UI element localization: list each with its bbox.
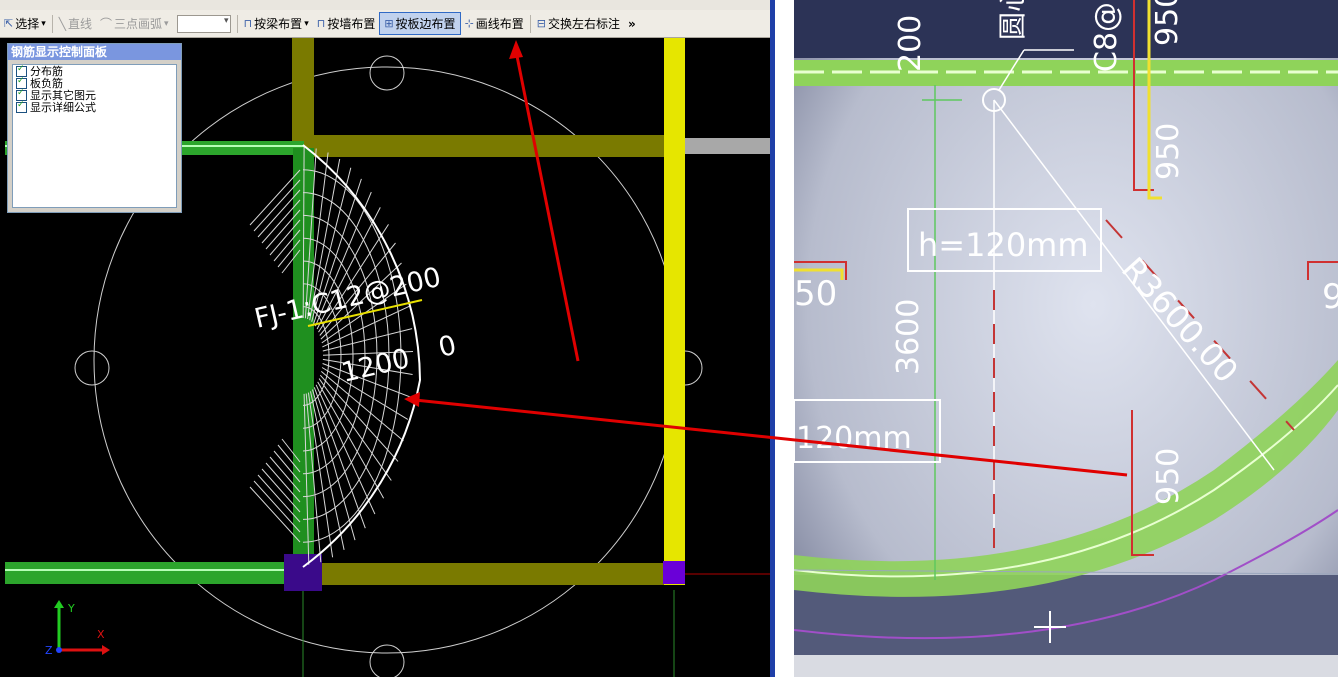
chevron-down-icon: ▾ <box>164 18 169 29</box>
axis-y-label: Y <box>67 602 75 615</box>
arc-icon: ⌒ <box>100 17 113 31</box>
slab-edge-icon: ⊞ <box>384 17 394 30</box>
option-show-formula[interactable]: 显示详细公式 <box>13 100 176 114</box>
layout-combo[interactable] <box>176 14 231 33</box>
photo-left-label: 120mm <box>796 421 912 456</box>
beam-yellow-right <box>664 38 685 585</box>
photo-dim-950-top: 950 <box>1150 0 1185 46</box>
line-icon: ╲ <box>58 16 66 31</box>
swap-labels-button[interactable]: ⊟ 交换左右标注 <box>533 13 624 34</box>
select-tool[interactable]: ⇱ 选择 ▾ <box>0 13 50 34</box>
beam-layout-button[interactable]: ⊓ 按梁布置 ▾ <box>240 13 313 34</box>
beam-gray-stub <box>684 138 775 154</box>
window-right-border <box>770 0 775 677</box>
photo-rebar-top: C8@1 <box>1089 0 1124 72</box>
beam-olive-vertical <box>292 38 314 148</box>
photo-thickness-label: h=120mm <box>918 226 1089 264</box>
select-label: 选择 <box>15 17 40 31</box>
photo-floor <box>794 655 1338 677</box>
axis-origin <box>56 647 62 653</box>
slab-edge-layout-label: 按板边布置 <box>395 17 456 31</box>
slab-edge-layout-button[interactable]: ⊞ 按板边布置 <box>379 12 461 35</box>
photo-dim-200: 200 <box>893 15 928 72</box>
rebar-display-panel: 钢筋显示控制面板 分布筋 板负筋 显示其它图元 显示详细公式 <box>7 43 182 213</box>
beam-green-bottom-left <box>5 562 289 584</box>
arc-label: 三点画弧 <box>114 17 163 31</box>
overflow-icon: » <box>628 16 636 31</box>
rebar-radial-line <box>310 391 345 551</box>
drawing-photo: 圆心 200 C8@1 950 950 950 h=120mm R3600.00… <box>794 0 1338 677</box>
line-label: 直线 <box>68 17 93 31</box>
option-label: 显示详细公式 <box>30 101 96 114</box>
beam-olive-bottom <box>314 563 674 585</box>
drawing-toolbar: ⇱ 选择 ▾ ╲ 直线 ⌒ 三点画弧 ▾ ⊓ 按梁布置 ▾ ⊓ 按墙布置 ⊞ 按… <box>0 10 775 38</box>
line-layout-label: 画线布置 <box>475 17 524 31</box>
photo-center-label: 圆心 <box>996 0 1029 40</box>
checkbox[interactable] <box>16 100 27 113</box>
line-tool[interactable]: ╲ 直线 <box>55 13 96 34</box>
chevron-down-icon: ▾ <box>304 18 309 29</box>
small-circle-bottom <box>369 644 405 677</box>
panel-options: 分布筋 板负筋 显示其它图元 显示详细公式 <box>12 64 177 208</box>
axis-x-label: X <box>97 628 105 641</box>
photo-left-partial: 50 <box>794 274 837 314</box>
photo-dim-950-bottom: 950 <box>1151 448 1186 505</box>
photo-right-partial: 9 <box>1322 277 1338 317</box>
line-layout-icon: ⊹ <box>464 17 474 30</box>
panel-title: 钢筋显示控制面板 <box>8 44 181 60</box>
rebar-fan-line <box>249 486 301 543</box>
separator <box>236 14 238 33</box>
axis-y-arrowhead <box>54 600 64 608</box>
axis-x-arrowhead <box>102 645 110 655</box>
photo-dim-950-mid: 950 <box>1151 123 1186 180</box>
line-layout-button[interactable]: ⊹ 画线布置 <box>461 13 528 34</box>
column-bottom-left <box>284 554 322 591</box>
swap-label: 交换左右标注 <box>548 17 621 31</box>
cad-application: ⇱ 选择 ▾ ╲ 直线 ⌒ 三点画弧 ▾ ⊓ 按梁布置 ▾ ⊓ 按墙布置 ⊞ 按… <box>0 0 775 677</box>
beam-layout-icon: ⊓ <box>243 17 253 30</box>
beam-olive-top <box>304 135 684 157</box>
axis-z-label: Z <box>45 644 53 657</box>
toolbar-overflow-button[interactable]: » <box>624 13 640 34</box>
photo-dim-3600: 3600 <box>891 299 926 375</box>
rebar-fan-line <box>249 169 301 226</box>
separator <box>51 14 53 33</box>
chevron-down-icon: ▾ <box>41 18 46 29</box>
cursor-icon: ⇱ <box>4 17 14 30</box>
wall-layout-label: 按墙布置 <box>327 17 376 31</box>
small-circle-left <box>74 350 110 386</box>
beam-layout-label: 按梁布置 <box>254 17 303 31</box>
arc-tool[interactable]: ⌒ 三点画弧 ▾ <box>96 13 173 34</box>
rebar-radial-line <box>315 384 376 515</box>
dimension-zero-label: 0 <box>436 330 460 364</box>
wall-layout-icon: ⊓ <box>316 17 326 30</box>
separator <box>529 14 531 33</box>
wall-layout-button[interactable]: ⊓ 按墙布置 <box>313 13 380 34</box>
swap-icon: ⊟ <box>536 17 547 30</box>
small-circle-top <box>369 55 405 91</box>
column-bottom-right <box>663 561 685 584</box>
